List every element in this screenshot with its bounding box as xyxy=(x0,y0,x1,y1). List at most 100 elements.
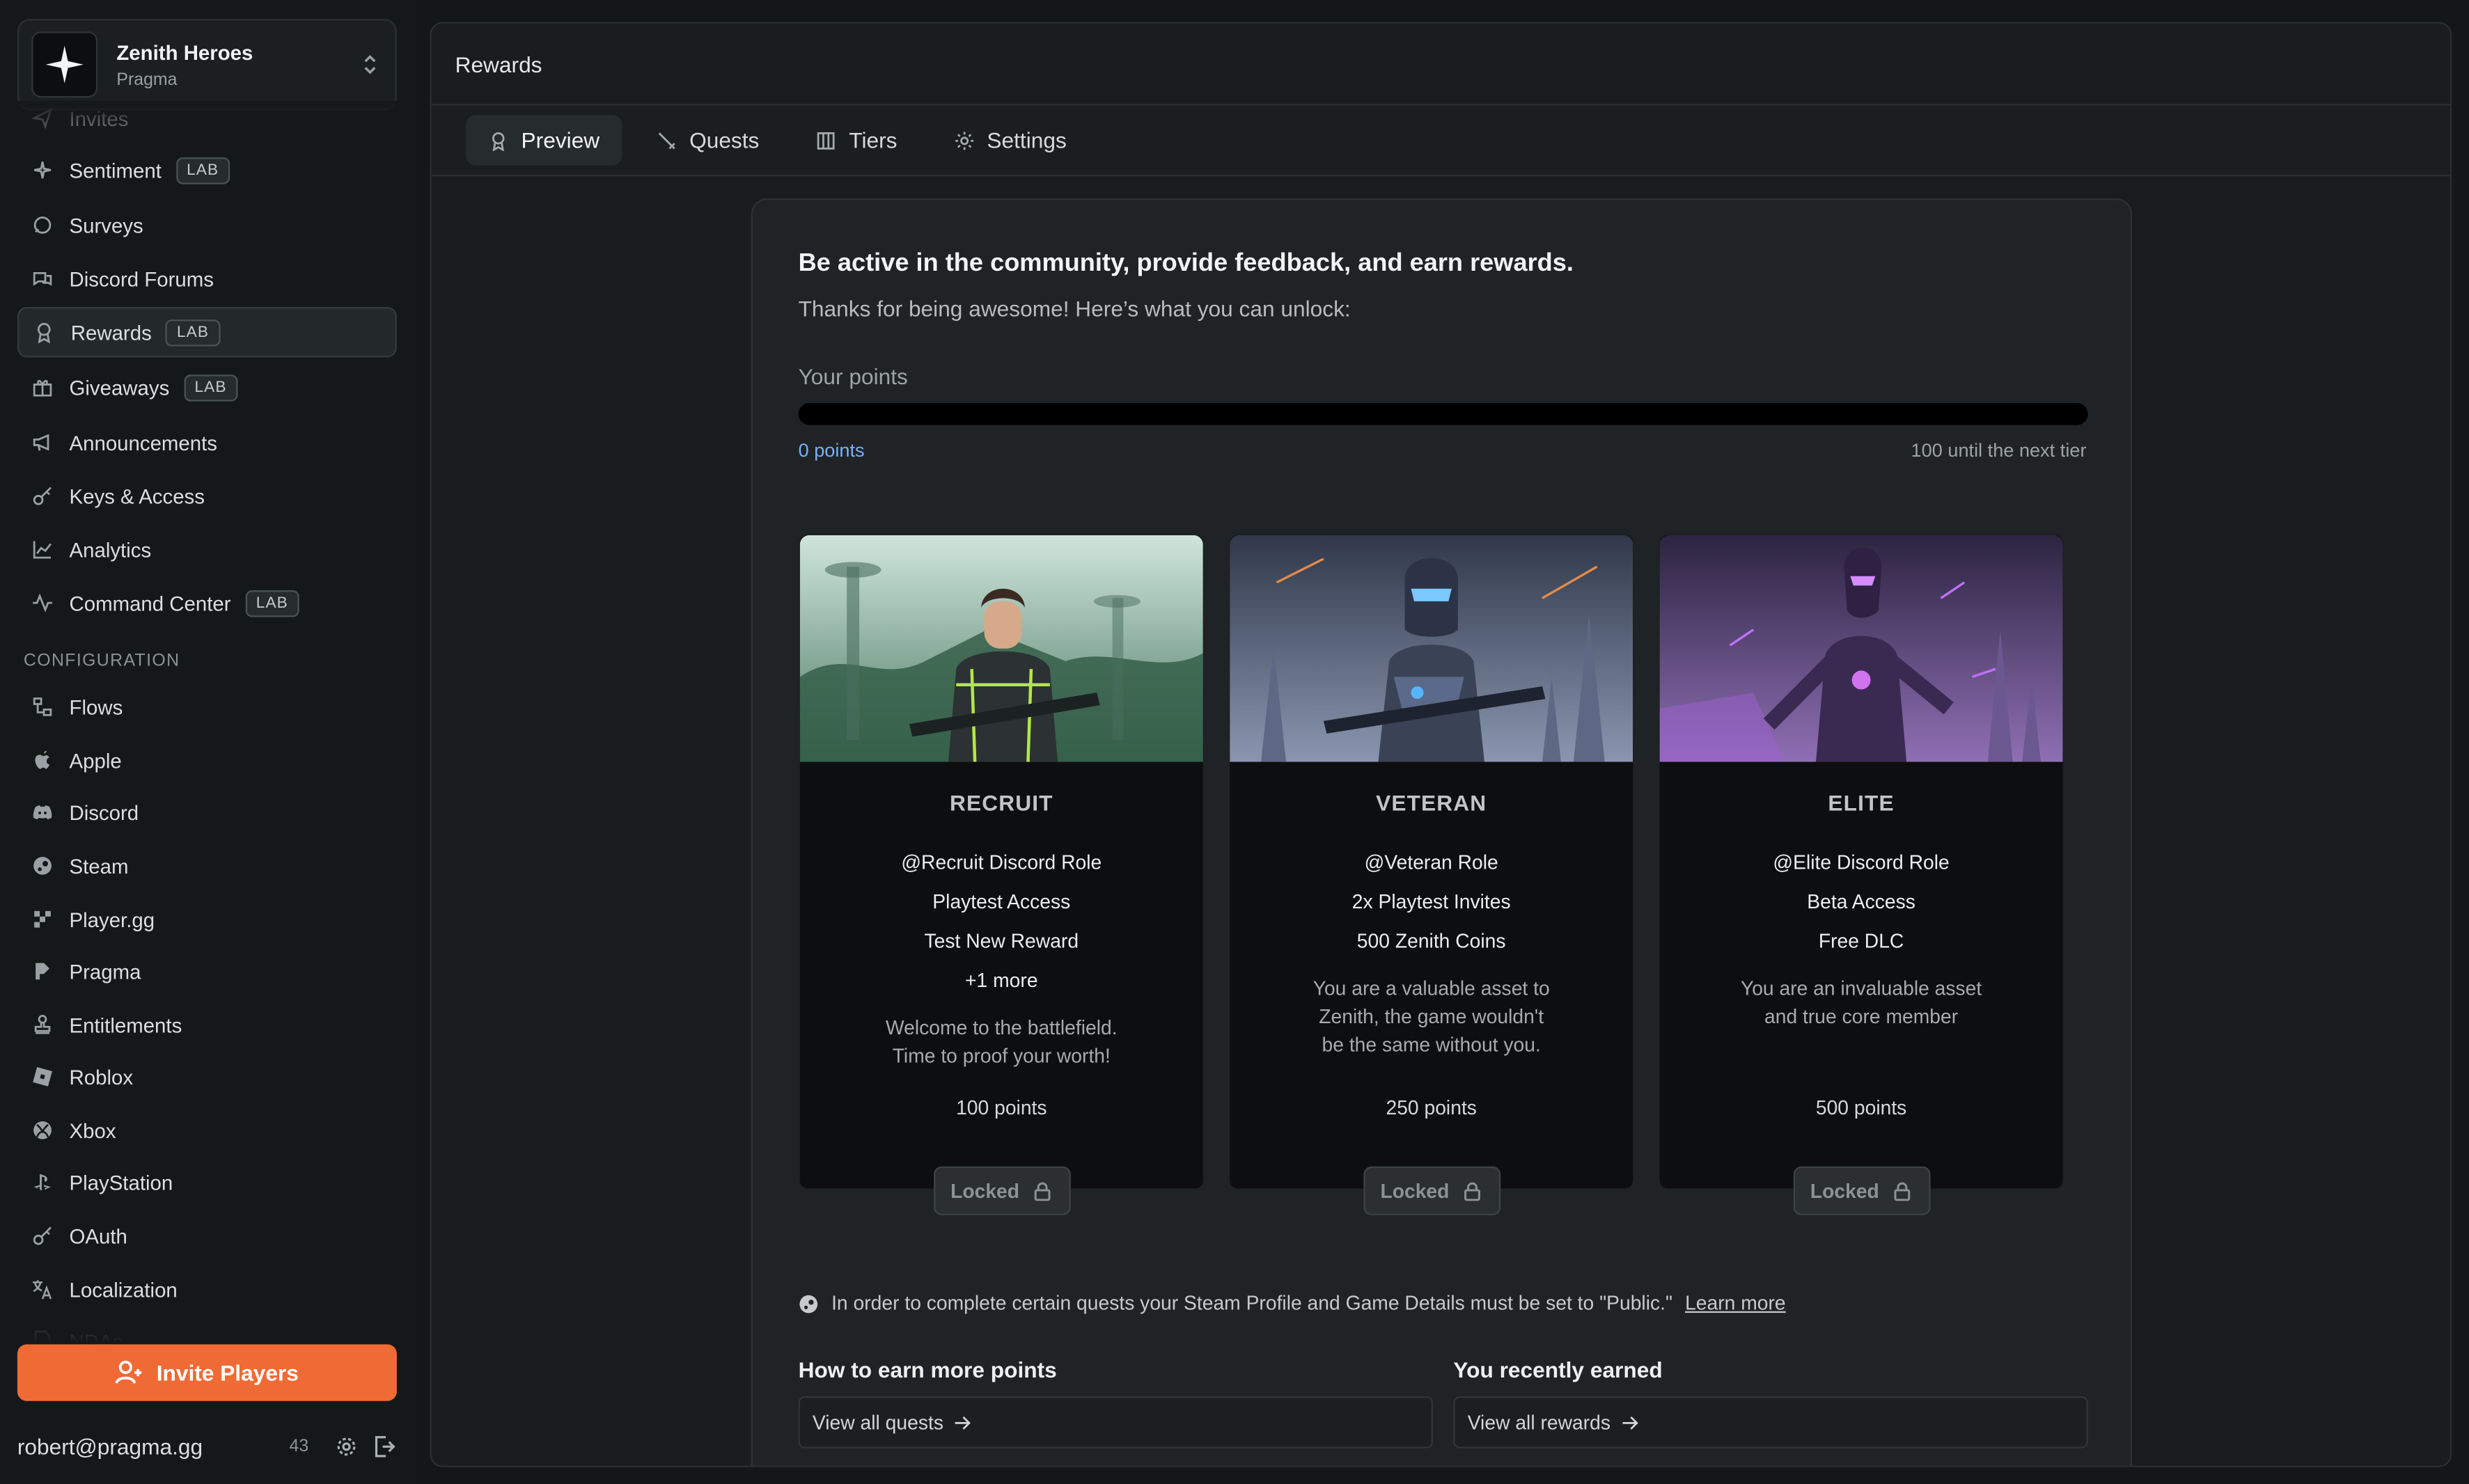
bug-icon[interactable] xyxy=(334,1434,359,1459)
section-configuration: CONFIGURATION xyxy=(23,652,180,671)
lock-icon xyxy=(1895,1181,1911,1201)
earn-points-heading: How to earn more points xyxy=(798,1357,1057,1382)
sidebar-item-announcements[interactable]: Announcements xyxy=(17,417,397,467)
sidebar-item-flows[interactable]: Flows xyxy=(17,681,397,732)
view-all-rewards-link[interactable]: View all rewards xyxy=(1453,1396,2088,1449)
pulse-icon xyxy=(31,592,54,614)
sidebar-item-label: Giveaways xyxy=(69,375,170,400)
tab-preview[interactable]: Preview xyxy=(466,115,622,166)
user-footer: robert@pragma.gg 43 xyxy=(17,1429,397,1464)
flow-icon xyxy=(31,696,54,718)
sidebar-item-label: Announcements xyxy=(69,430,217,455)
columns-icon xyxy=(817,131,835,149)
sidebar-item-label: Entitlements xyxy=(69,1013,182,1037)
translate-icon xyxy=(31,1278,54,1300)
locked-button[interactable]: Locked xyxy=(934,1166,1071,1215)
stamp-icon xyxy=(31,1013,54,1036)
locked-button[interactable]: Locked xyxy=(1363,1166,1501,1215)
tier-perk: 2x Playtest Invites xyxy=(1351,891,1511,913)
tier-perk: Playtest Access xyxy=(932,891,1071,913)
sidebar-item-command-center[interactable]: Command Center LAB xyxy=(17,578,397,628)
forum-icon xyxy=(31,267,54,290)
sidebar-item-surveys[interactable]: Surveys xyxy=(17,200,397,250)
logout-icon[interactable] xyxy=(372,1434,397,1459)
chat-icon xyxy=(31,214,54,237)
sidebar-item-discord-forums[interactable]: Discord Forums xyxy=(17,253,397,303)
tier-points: 100 points xyxy=(956,1097,1047,1119)
sidebar-item-oauth[interactable]: OAuth xyxy=(17,1210,397,1261)
tier-points: 500 points xyxy=(1815,1097,1907,1119)
sword-icon xyxy=(658,132,675,149)
sidebar-item-invites[interactable]: Invites xyxy=(17,101,397,143)
chevron-updown-icon[interactable] xyxy=(357,52,382,77)
roblox-icon xyxy=(31,1066,54,1088)
tier-name: RECRUIT xyxy=(949,790,1053,816)
sidebar-item-entitlements[interactable]: Entitlements xyxy=(17,1000,397,1050)
tab-quests[interactable]: Quests xyxy=(634,115,781,165)
learn-more-link[interactable]: Learn more xyxy=(1685,1293,1786,1315)
rewards-preview-panel: Be active in the community, provide feed… xyxy=(751,198,2133,1466)
discord-icon xyxy=(31,801,54,823)
sidebar-item-rewards[interactable]: Rewards LAB xyxy=(17,306,397,358)
xbox-icon xyxy=(31,1119,54,1142)
sidebar-item-steam[interactable]: Steam xyxy=(17,841,397,891)
tier-perk: Beta Access xyxy=(1807,891,1915,913)
key-icon xyxy=(31,1224,54,1247)
tier-perk-more[interactable]: +1 more xyxy=(800,962,1203,1002)
bug-count: 43 xyxy=(289,1437,309,1456)
gear-icon xyxy=(955,131,973,150)
tab-label: Quests xyxy=(689,127,760,153)
view-all-quests-link[interactable]: View all quests xyxy=(798,1396,1433,1449)
sidebar-item-playstation[interactable]: PlayStation xyxy=(17,1157,397,1207)
sidebar-item-label: Localization xyxy=(69,1277,178,1302)
lab-badge: LAB xyxy=(183,374,238,401)
locked-button[interactable]: Locked xyxy=(1793,1166,1931,1215)
user-email: robert@pragma.gg xyxy=(17,1434,203,1460)
sidebar-item-roblox[interactable]: Roblox xyxy=(17,1052,397,1102)
award-icon xyxy=(492,131,505,150)
tab-settings[interactable]: Settings xyxy=(932,115,1088,165)
sidebar-item-pragma[interactable]: Pragma xyxy=(17,946,397,996)
tab-tiers[interactable]: Tiers xyxy=(794,115,919,165)
sidebar-item-label: Flows xyxy=(69,695,123,719)
tab-label: Settings xyxy=(987,127,1067,153)
panel-headline: Be active in the community, provide feed… xyxy=(798,250,1574,278)
sidebar-item-ndas[interactable]: NDAs xyxy=(17,1316,397,1345)
gift-icon xyxy=(31,376,54,398)
org-sub: Pragma xyxy=(116,70,178,89)
chart-icon xyxy=(31,538,54,560)
steam-notice-text: In order to complete certain quests your… xyxy=(831,1292,1672,1315)
sidebar-item-apple[interactable]: Apple xyxy=(17,735,397,785)
sidebar-item-playergg[interactable]: Player.gg xyxy=(17,894,397,945)
sidebar-item-discord[interactable]: Discord xyxy=(17,787,397,837)
sidebar-item-giveaways[interactable]: Giveaways LAB xyxy=(17,362,397,412)
sidebar-item-label: Player.gg xyxy=(69,907,155,931)
steam-notice: In order to complete certain quests your… xyxy=(799,1292,1786,1315)
steam-icon xyxy=(799,1294,818,1313)
sidebar-item-keys-access[interactable]: Keys & Access xyxy=(17,471,397,521)
tier-perk: @Elite Discord Role xyxy=(1773,851,1950,874)
next-tier-text: 100 until the next tier xyxy=(1911,439,2087,461)
tier-card-veteran: VETERAN @Veteran Role 2x Playtest Invite… xyxy=(1228,533,1635,1215)
sidebar-item-xbox[interactable]: Xbox xyxy=(17,1105,397,1155)
invite-players-button[interactable]: Invite Players xyxy=(17,1344,397,1401)
key-icon xyxy=(31,485,54,507)
playstation-icon xyxy=(31,1171,54,1194)
invite-players-label: Invite Players xyxy=(156,1359,299,1386)
sidebar-item-label: Invites xyxy=(69,106,129,130)
sparkle-icon xyxy=(31,159,54,181)
sidebar-item-sentiment[interactable]: Sentiment LAB xyxy=(17,145,397,195)
lock-icon xyxy=(1464,1181,1481,1201)
sidebar-item-label: Command Center xyxy=(69,591,231,615)
sidebar-item-label: Roblox xyxy=(69,1064,134,1089)
steam-icon xyxy=(31,855,54,877)
sidebar-item-analytics[interactable]: Analytics xyxy=(17,524,397,574)
tier-card-elite: ELITE @Elite Discord Role Beta Access Fr… xyxy=(1658,533,2064,1215)
org-switcher[interactable]: Zenith Heroes Pragma xyxy=(17,19,397,111)
view-all-quests-label: View all quests xyxy=(812,1411,943,1434)
sidebar-item-localization[interactable]: Localization xyxy=(17,1264,397,1314)
your-points-label: Your points xyxy=(798,363,908,389)
tab-label: Tiers xyxy=(849,127,898,153)
sidebar-item-label: Apple xyxy=(69,748,122,773)
tier-points: 250 points xyxy=(1386,1097,1477,1119)
